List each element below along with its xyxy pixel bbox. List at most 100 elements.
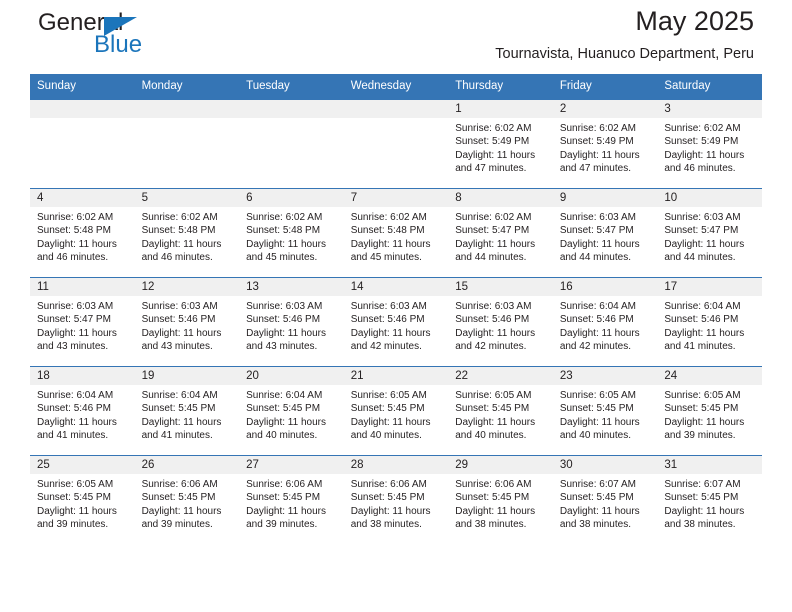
sunrise-text: Sunrise: 6:05 AM: [559, 390, 636, 401]
sunset-text: Sunset: 5:45 PM: [455, 403, 530, 415]
calendar-day-cell[interactable]: 19 Sunrise: 6:04 AM Sunset: 5:45 PM Dayligh…: [134, 366, 240, 456]
calendar-day-cell[interactable]: 14 Sunrise: 6:03 AM Sunset: 5:46 PM Dayligh…: [343, 277, 449, 367]
sunset-text: Sunset: 5:47 PM: [664, 225, 739, 237]
calendar-day-cell[interactable]: 15 Sunrise: 6:03 AM Sunset: 5:46 PM Dayligh…: [448, 277, 553, 367]
daylight-text-line2: and 41 minutes.: [664, 341, 736, 353]
day-number: 2: [552, 100, 658, 118]
sunset-text: Sunset: 5:45 PM: [246, 403, 321, 415]
sunrise-text: Sunrise: 6:05 AM: [455, 390, 532, 401]
calendar-day-cell[interactable]: 20 Sunrise: 6:04 AM Sunset: 5:45 PM Dayligh…: [239, 366, 344, 456]
day-number: 27: [239, 456, 344, 474]
daylight-text-line1: Daylight: 11 hours: [559, 327, 640, 339]
sunset-text: Sunset: 5:46 PM: [664, 314, 739, 326]
calendar-day-cell[interactable]: 24 Sunrise: 6:05 AM Sunset: 5:45 PM Dayligh…: [657, 366, 762, 456]
day-details: Sunrise: 6:03 AM Sunset: 5:46 PM Daylight:…: [448, 296, 553, 354]
sunrise-text: Sunrise: 6:03 AM: [664, 212, 741, 223]
sunset-text: Sunset: 5:45 PM: [141, 492, 216, 504]
calendar-day-cell[interactable]: 4 Sunrise: 6:02 AM Sunset: 5:48 PM Daylight…: [30, 188, 135, 278]
calendar-day-cell[interactable]: 7 Sunrise: 6:02 AM Sunset: 5:48 PM Daylight…: [343, 188, 449, 278]
daylight-text-line1: Daylight: 11 hours: [664, 327, 745, 339]
sunrise-text: Sunrise: 6:03 AM: [559, 212, 636, 223]
daylight-text-line2: and 38 minutes.: [559, 519, 631, 531]
daylight-text-line2: and 45 minutes.: [350, 252, 422, 264]
sunset-text: Sunset: 5:45 PM: [246, 492, 321, 504]
daylight-text-line1: Daylight: 11 hours: [37, 327, 117, 339]
day-details: Sunrise: 6:07 AM Sunset: 5:45 PM Daylight:…: [553, 474, 658, 532]
calendar-day-cell[interactable]: 31 Sunrise: 6:07 AM Sunset: 5:45 PM Dayligh…: [657, 455, 762, 544]
daylight-text-line1: Daylight: 11 hours: [455, 416, 536, 428]
sunset-text: Sunset: 5:45 PM: [664, 403, 739, 415]
daylight-text-line2: and 44 minutes.: [559, 252, 631, 264]
calendar-day-cell[interactable]: 30 Sunrise: 6:07 AM Sunset: 5:45 PM Dayligh…: [552, 455, 658, 544]
day-number: 6: [239, 189, 344, 207]
daylight-text-line1: Daylight: 11 hours: [141, 327, 222, 339]
calendar-day-cell[interactable]: 28 Sunrise: 6:06 AM Sunset: 5:45 PM Dayligh…: [343, 455, 449, 544]
calendar-day-cell[interactable]: 18 Sunrise: 6:04 AM Sunset: 5:46 PM Dayligh…: [30, 366, 135, 456]
general-blue-logo[interactable]: General Blue: [38, 10, 258, 66]
daylight-text-line2: and 46 minutes.: [37, 252, 109, 264]
calendar-day-cell[interactable]: 26 Sunrise: 6:06 AM Sunset: 5:45 PM Dayligh…: [134, 455, 240, 544]
day-number: 25: [30, 456, 135, 474]
calendar-day-cell[interactable]: 11 Sunrise: 6:03 AM Sunset: 5:47 PM Dayligh…: [30, 277, 135, 367]
sunset-text: Sunset: 5:46 PM: [37, 403, 111, 415]
calendar-week-row: 4 Sunrise: 6:02 AM Sunset: 5:48 PM Daylight…: [30, 188, 762, 278]
calendar-day-cell[interactable]: 10 Sunrise: 6:03 AM Sunset: 5:47 PM Dayligh…: [657, 188, 762, 278]
day-details: Sunrise: 6:03 AM Sunset: 5:46 PM Daylight:…: [239, 296, 344, 354]
calendar-day-cell[interactable]: 1 Sunrise: 6:02 AM Sunset: 5:49 PM Daylight…: [448, 99, 553, 189]
calendar-day-cell[interactable]: 2 Sunrise: 6:02 AM Sunset: 5:49 PM Daylight…: [552, 99, 658, 189]
sunrise-text: Sunrise: 6:02 AM: [664, 123, 741, 134]
day-number: [30, 100, 135, 118]
day-number: [239, 100, 344, 118]
calendar-day-cell[interactable]: 5 Sunrise: 6:02 AM Sunset: 5:48 PM Daylight…: [134, 188, 240, 278]
day-details: Sunrise: 6:06 AM Sunset: 5:45 PM Daylight:…: [448, 474, 553, 532]
calendar-day-cell[interactable]: 6 Sunrise: 6:02 AM Sunset: 5:48 PM Daylight…: [239, 188, 344, 278]
calendar-day-cell[interactable]: 29 Sunrise: 6:06 AM Sunset: 5:45 PM Dayligh…: [448, 455, 553, 544]
calendar-day-cell[interactable]: 27 Sunrise: 6:06 AM Sunset: 5:45 PM Dayligh…: [239, 455, 344, 544]
calendar-day-cell[interactable]: 22 Sunrise: 6:05 AM Sunset: 5:45 PM Dayligh…: [448, 366, 553, 456]
daylight-text-line1: Daylight: 11 hours: [246, 416, 326, 428]
calendar-day-cell-empty: [134, 99, 240, 189]
calendar-body: 1 Sunrise: 6:02 AM Sunset: 5:49 PM Daylight…: [30, 99, 762, 544]
day-number: 5: [134, 189, 240, 207]
calendar-day-cell[interactable]: 21 Sunrise: 6:05 AM Sunset: 5:45 PM Dayligh…: [343, 366, 449, 456]
calendar-day-cell[interactable]: 13 Sunrise: 6:03 AM Sunset: 5:46 PM Dayligh…: [239, 277, 344, 367]
day-number: 16: [552, 278, 658, 296]
daylight-text-line1: Daylight: 11 hours: [559, 416, 640, 428]
daylight-text-line1: Daylight: 11 hours: [455, 149, 536, 161]
calendar-day-cell[interactable]: 23 Sunrise: 6:05 AM Sunset: 5:45 PM Dayligh…: [552, 366, 658, 456]
day-details: Sunrise: 6:02 AM Sunset: 5:49 PM Daylight:…: [448, 118, 553, 176]
sunset-text: Sunset: 5:46 PM: [141, 314, 216, 326]
daylight-text-line1: Daylight: 11 hours: [246, 238, 326, 250]
day-of-week-header-row: Sunday Monday Tuesday Wednesday Thursday…: [30, 74, 762, 100]
calendar-day-cell[interactable]: 12 Sunrise: 6:03 AM Sunset: 5:46 PM Dayligh…: [134, 277, 240, 367]
day-header-thursday: Thursday: [448, 74, 553, 100]
calendar-day-cell[interactable]: 25 Sunrise: 6:05 AM Sunset: 5:45 PM Dayligh…: [30, 455, 135, 544]
day-number: 8: [448, 189, 553, 207]
daylight-text-line1: Daylight: 11 hours: [350, 238, 431, 250]
daylight-text-line2: and 46 minutes.: [141, 252, 213, 264]
sunset-text: Sunset: 5:47 PM: [37, 314, 111, 326]
sunrise-text: Sunrise: 6:06 AM: [246, 479, 323, 490]
calendar-day-cell[interactable]: 17 Sunrise: 6:04 AM Sunset: 5:46 PM Dayligh…: [657, 277, 762, 367]
daylight-text-line1: Daylight: 11 hours: [37, 238, 117, 250]
sunrise-text: Sunrise: 6:02 AM: [455, 123, 532, 134]
sunset-text: Sunset: 5:46 PM: [455, 314, 530, 326]
daylight-text-line1: Daylight: 11 hours: [664, 149, 745, 161]
calendar-day-cell[interactable]: 9 Sunrise: 6:03 AM Sunset: 5:47 PM Daylight…: [552, 188, 658, 278]
day-details: Sunrise: 6:02 AM Sunset: 5:48 PM Daylight:…: [239, 207, 344, 265]
day-header-tuesday: Tuesday: [239, 74, 344, 100]
sunset-text: Sunset: 5:45 PM: [559, 492, 634, 504]
calendar-day-cell-empty: [30, 99, 135, 189]
calendar-day-cell[interactable]: 3 Sunrise: 6:02 AM Sunset: 5:49 PM Daylight…: [657, 99, 762, 189]
day-number: 26: [134, 456, 240, 474]
calendar-day-cell[interactable]: 16 Sunrise: 6:04 AM Sunset: 5:46 PM Dayligh…: [552, 277, 658, 367]
day-number: 13: [239, 278, 344, 296]
daylight-text-line1: Daylight: 11 hours: [455, 238, 536, 250]
daylight-text-line1: Daylight: 11 hours: [455, 505, 536, 517]
daylight-text-line2: and 47 minutes.: [559, 163, 631, 175]
calendar-day-cell[interactable]: 8 Sunrise: 6:02 AM Sunset: 5:47 PM Daylight…: [448, 188, 553, 278]
day-details: Sunrise: 6:02 AM Sunset: 5:48 PM Daylight:…: [30, 207, 135, 265]
daylight-text-line2: and 44 minutes.: [664, 252, 736, 264]
day-header-monday: Monday: [134, 74, 240, 100]
sunset-text: Sunset: 5:45 PM: [37, 492, 111, 504]
